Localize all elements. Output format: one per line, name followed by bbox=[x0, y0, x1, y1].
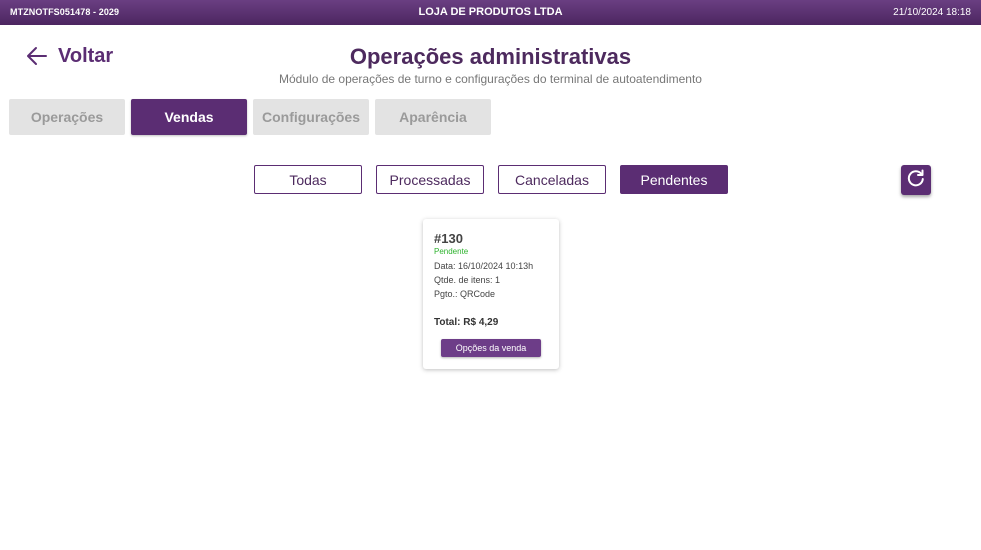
tab-operacoes[interactable]: Operações bbox=[9, 99, 125, 135]
filter-todas-button[interactable]: Todas bbox=[254, 165, 362, 194]
refresh-icon bbox=[906, 168, 926, 193]
main-tabs: Operações Vendas Configurações Aparência bbox=[9, 99, 491, 135]
datetime: 21/10/2024 18:18 bbox=[893, 7, 971, 18]
filter-processadas-button[interactable]: Processadas bbox=[376, 165, 484, 194]
store-name: LOJA DE PRODUTOS LTDA bbox=[418, 6, 563, 18]
sale-card: #130 Pendente Data: 16/10/2024 10:13h Qt… bbox=[423, 219, 559, 369]
tab-vendas[interactable]: Vendas bbox=[131, 99, 247, 135]
sale-options-button[interactable]: Opções da venda bbox=[441, 339, 541, 357]
tab-aparencia[interactable]: Aparência bbox=[375, 99, 491, 135]
sales-filters: Todas Processadas Canceladas Pendentes bbox=[254, 165, 728, 194]
page-subtitle: Módulo de operações de turno e configura… bbox=[279, 72, 702, 86]
sale-number: #130 bbox=[434, 231, 463, 246]
page-title: Operações administrativas bbox=[349, 44, 632, 69]
sale-total: Total: R$ 4,29 bbox=[434, 317, 499, 328]
tab-configuracoes[interactable]: Configurações bbox=[253, 99, 369, 135]
sale-date: Data: 16/10/2024 10:13h bbox=[434, 261, 534, 271]
top-status-bar: MTZNOTFS051478 - 2029 LOJA DE PRODUTOS L… bbox=[0, 0, 981, 25]
filter-canceladas-button[interactable]: Canceladas bbox=[498, 165, 606, 194]
sale-payment: Pgto.: QRCode bbox=[434, 289, 496, 299]
filter-pendentes-button[interactable]: Pendentes bbox=[620, 165, 728, 194]
refresh-button[interactable] bbox=[901, 165, 931, 195]
sale-items: Qtde. de itens: 1 bbox=[434, 275, 501, 285]
sale-status: Pendente bbox=[434, 247, 469, 256]
